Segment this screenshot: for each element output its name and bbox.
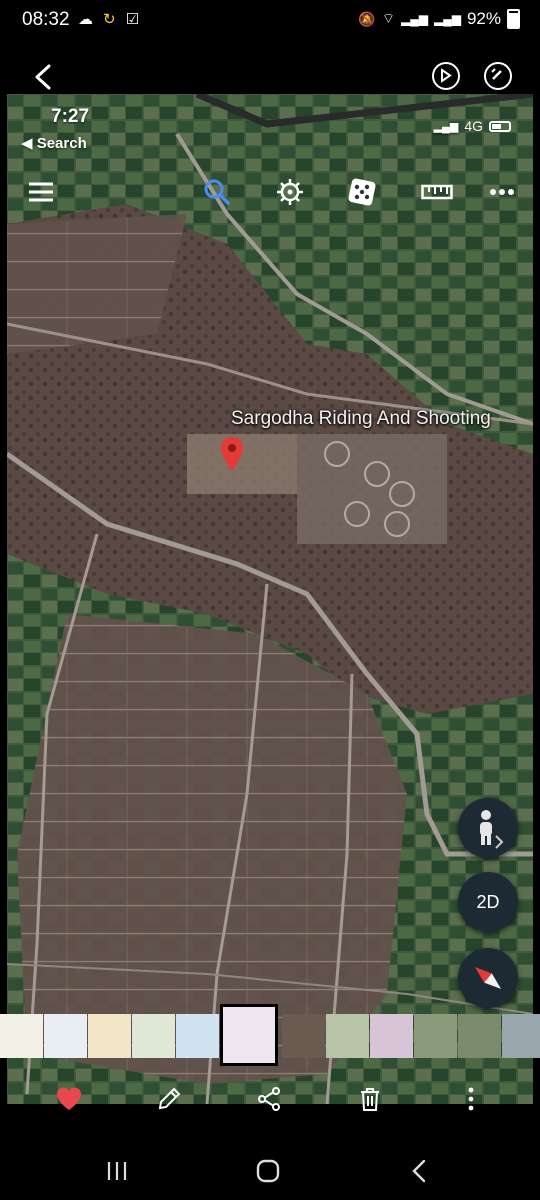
view-mode-button[interactable]: 2D	[458, 872, 518, 932]
checkbox-icon: ☑	[125, 11, 140, 28]
signal-icon: ▂▄▆	[401, 12, 428, 26]
thumbnail-active[interactable]	[220, 1004, 278, 1066]
view-mode-label: 2D	[476, 891, 500, 912]
dice-icon[interactable]	[347, 176, 377, 208]
more-vertical-icon[interactable]	[456, 1084, 486, 1114]
thumbnail[interactable]	[132, 1014, 175, 1058]
action-bar	[0, 1080, 540, 1120]
rotate-edit-icon[interactable]	[484, 62, 512, 90]
thumbnail[interactable]	[414, 1014, 457, 1058]
compass-button[interactable]	[458, 948, 518, 1008]
thumbnail[interactable]	[176, 1014, 219, 1058]
thumbnail[interactable]	[502, 1014, 540, 1058]
mute-icon: 🔕	[358, 10, 376, 27]
recents-icon[interactable]	[102, 1156, 132, 1186]
battery-icon	[507, 9, 520, 29]
navigation-bar	[0, 1140, 540, 1200]
thumbnail-strip	[0, 1004, 540, 1066]
heart-icon[interactable]	[54, 1084, 84, 1114]
signal-icon: ▂▄▆	[433, 120, 459, 133]
thumbnail[interactable]	[326, 1014, 369, 1058]
thumbnail[interactable]	[370, 1014, 413, 1058]
screenshot-time: 7:27	[51, 106, 90, 127]
more-icon[interactable]	[489, 176, 515, 208]
share-icon[interactable]	[254, 1084, 284, 1114]
ruler-icon[interactable]	[421, 176, 453, 208]
thumbnail[interactable]	[44, 1014, 87, 1058]
back-icon[interactable]	[404, 1156, 434, 1186]
compass-icon	[474, 967, 502, 989]
search-icon[interactable]	[203, 176, 231, 208]
status-time: 08:32	[22, 9, 70, 30]
sync-icon: ↻	[103, 11, 116, 28]
screenshot-network: ▂▄▆ 4G	[434, 118, 511, 134]
signal-icon-2: ▂▄▆	[434, 12, 461, 26]
wifi-icon: ⌔	[381, 10, 396, 26]
battery-level: 92%	[466, 9, 501, 28]
street-view-button[interactable]	[458, 798, 518, 858]
status-bar: 08:32 ☁ ↻ ☑ 🔕 ⌔ ▂▄▆ ▂▄▆ 92%	[0, 0, 540, 42]
remaster-icon[interactable]	[432, 62, 460, 90]
cloud-icon: ☁	[78, 11, 93, 28]
menu-icon[interactable]	[27, 176, 55, 208]
thumbnail[interactable]	[458, 1014, 501, 1058]
search-back-link[interactable]: ◀ Search	[21, 134, 87, 152]
location-pin-icon[interactable]	[220, 436, 244, 472]
screenshot-image[interactable]: 7:27 ◀ Search ▂▄▆ 4G Sargodha Riding And…	[7, 94, 533, 1104]
back-arrow-icon[interactable]	[26, 60, 60, 94]
battery-icon	[489, 120, 511, 132]
thumbnail[interactable]	[88, 1014, 131, 1058]
thumbnail[interactable]	[0, 1014, 43, 1058]
thumbnail[interactable]	[282, 1014, 325, 1058]
network-label: 4G	[464, 118, 483, 134]
place-label[interactable]: Sargodha Riding And Shooting	[231, 408, 491, 430]
satellite-map	[7, 94, 533, 1104]
trash-icon[interactable]	[355, 1084, 385, 1114]
pegman-icon	[480, 810, 504, 849]
home-icon[interactable]	[253, 1156, 283, 1186]
voyager-icon[interactable]	[275, 176, 305, 208]
pencil-icon[interactable]	[154, 1084, 184, 1114]
